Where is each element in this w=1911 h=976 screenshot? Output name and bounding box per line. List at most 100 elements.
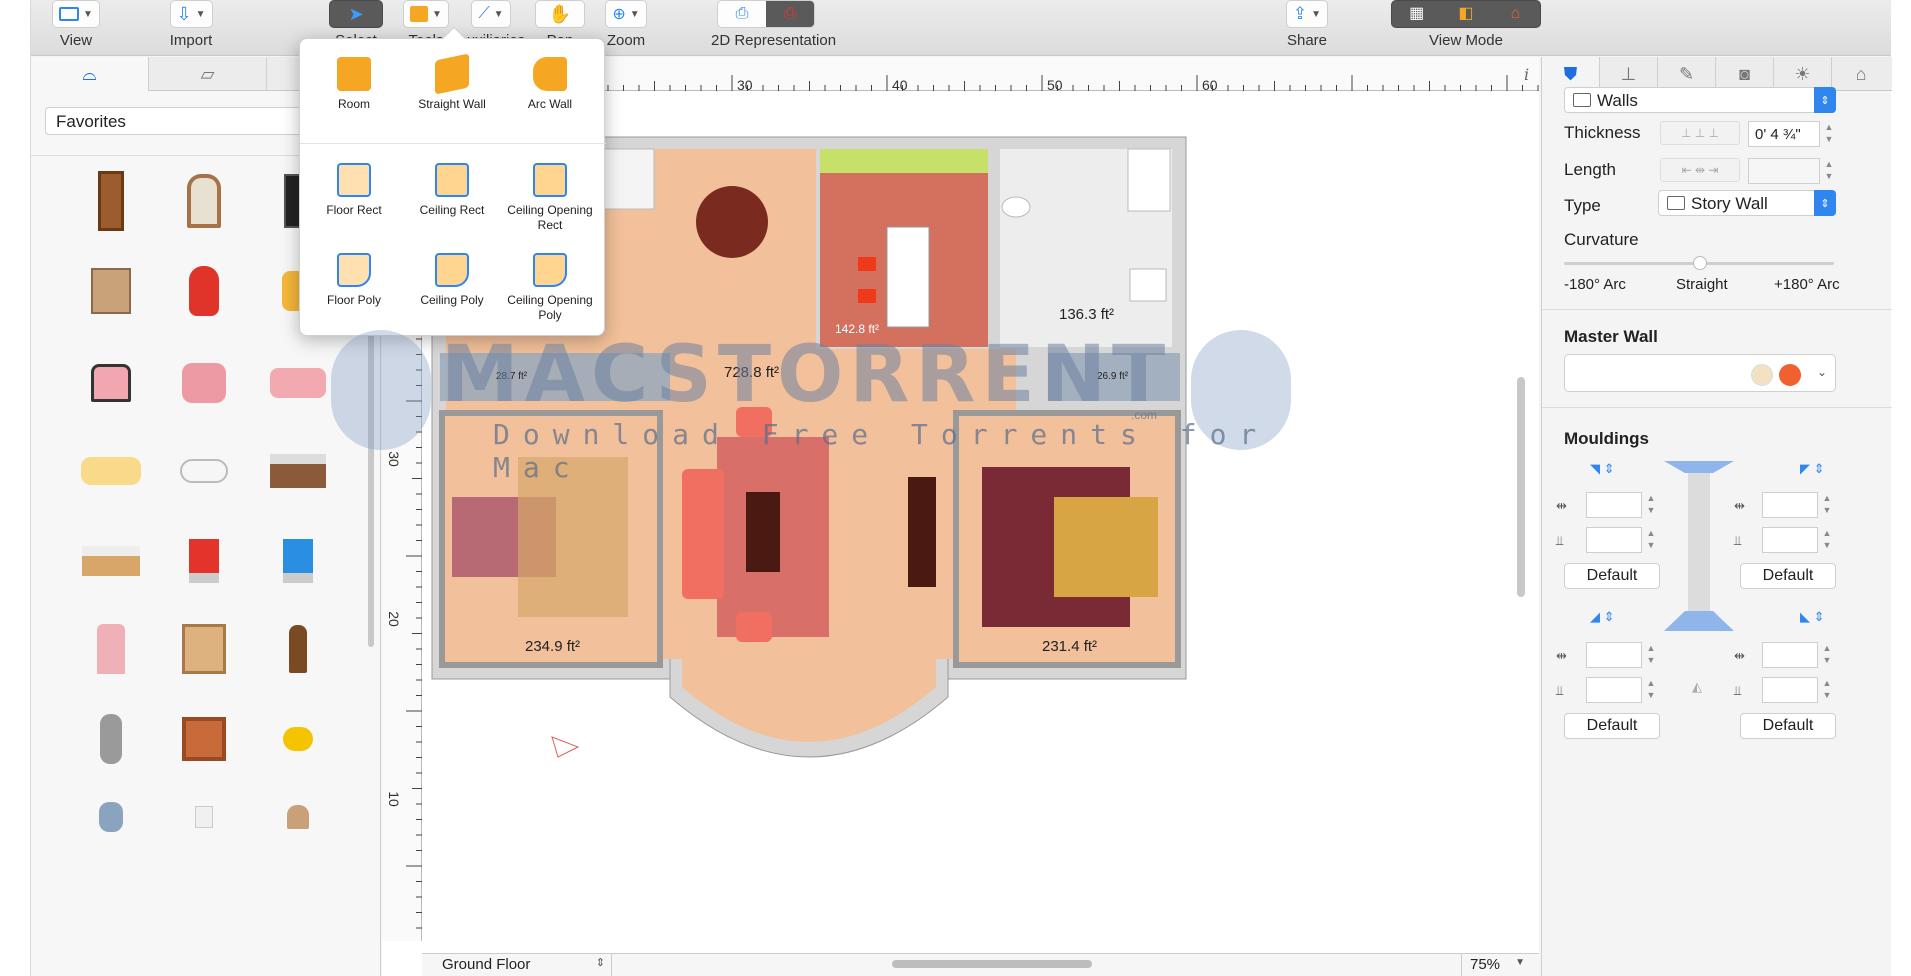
bottom-left-moulding-icon[interactable]: ◢ ⇕ bbox=[1590, 609, 1615, 625]
share-tool[interactable]: ⇪ ▼ Share bbox=[1271, 0, 1343, 56]
plan-view-icon[interactable]: ▦ bbox=[1392, 1, 1441, 27]
object-type-select[interactable]: Walls ⇕ bbox=[1564, 87, 1836, 113]
tab-objects[interactable]: ⛊ bbox=[1542, 57, 1600, 91]
window-icon[interactable] bbox=[169, 166, 239, 236]
bath-cabinet[interactable] bbox=[1127, 148, 1171, 212]
tool-floor-poly[interactable]: Floor Poly bbox=[304, 253, 404, 308]
canvas-horizontal-scrollbar[interactable] bbox=[892, 960, 1092, 968]
curvature-slider[interactable] bbox=[1564, 256, 1834, 270]
pink-chair-icon[interactable] bbox=[76, 614, 146, 684]
kitchen-island[interactable] bbox=[886, 226, 930, 328]
printer-icon[interactable]: ⎙ bbox=[718, 1, 766, 27]
top-left-moulding-icon[interactable]: ◥ ⇕ bbox=[1590, 461, 1615, 477]
fireplace-icon[interactable] bbox=[169, 704, 239, 774]
living-sofa[interactable] bbox=[682, 469, 724, 599]
tool-ceiling-poly[interactable]: Ceiling Poly bbox=[402, 253, 502, 308]
printer-colored-icon[interactable]: ⎙ bbox=[766, 1, 814, 27]
tool-straight-wall[interactable]: Straight Wall bbox=[402, 53, 502, 112]
cup-icon[interactable] bbox=[169, 782, 239, 852]
plant-icon[interactable] bbox=[263, 614, 333, 684]
moulding-tr-height[interactable] bbox=[1762, 527, 1818, 553]
length-input[interactable] bbox=[1748, 158, 1820, 184]
kitchen-stool[interactable] bbox=[858, 257, 876, 271]
desk-nook[interactable] bbox=[601, 148, 655, 210]
stepper[interactable]: ▲ ▼ bbox=[1820, 492, 1834, 518]
tab-camera[interactable]: ◙ bbox=[1716, 57, 1774, 91]
tab-building[interactable]: ⌂ bbox=[1832, 57, 1890, 91]
zoom-select[interactable]: 75% ▼ bbox=[1461, 954, 1531, 976]
stepper[interactable]: ▲ ▼ bbox=[1644, 492, 1658, 518]
rug-left[interactable] bbox=[518, 457, 628, 617]
table-lamp-icon[interactable] bbox=[263, 782, 333, 852]
default-button[interactable]: Default bbox=[1564, 563, 1660, 589]
floor-select[interactable]: Ground Floor ⇕ bbox=[432, 954, 612, 976]
tool-floor-rect[interactable]: Floor Rect bbox=[304, 163, 404, 218]
bed-right[interactable] bbox=[1054, 497, 1158, 597]
kitchen-counter[interactable] bbox=[820, 149, 988, 173]
tools-button[interactable]: ▼ bbox=[403, 0, 449, 28]
mirror-icon[interactable]: ◭ bbox=[1692, 679, 1702, 695]
thickness-align-buttons[interactable]: ⊥ ⊥ ⊥ bbox=[1660, 121, 1740, 145]
tab-furniture[interactable]: ⌓ bbox=[31, 57, 149, 91]
toilet[interactable] bbox=[1001, 196, 1031, 218]
default-button[interactable]: Default bbox=[1740, 713, 1836, 739]
length-align-buttons[interactable]: ⇤ ⇹ ⇥ bbox=[1660, 158, 1740, 182]
wall-type-select[interactable]: Story Wall ⇕ bbox=[1658, 190, 1836, 216]
zoom-tool[interactable]: ⊕ ▼ Zoom bbox=[596, 0, 656, 56]
stepper[interactable]: ▲ ▼ bbox=[1820, 642, 1834, 668]
representation-tool[interactable]: ⎙ ⎙ 2D Representation bbox=[711, 0, 836, 56]
stepper[interactable]: ▲ ▼ bbox=[1820, 677, 1834, 703]
import-tool[interactable]: ⇩ ▼ Import bbox=[146, 0, 236, 56]
moulding-tl-height[interactable] bbox=[1586, 527, 1642, 553]
select-button[interactable]: ➤ bbox=[329, 0, 383, 28]
yellow-sofa-icon[interactable] bbox=[76, 436, 146, 506]
category-select[interactable]: Favorites ▼ bbox=[45, 107, 323, 135]
pink-sofa-icon[interactable] bbox=[263, 348, 333, 418]
armchair[interactable] bbox=[736, 612, 772, 642]
master-wall-material[interactable]: ⌄ bbox=[1564, 354, 1836, 392]
pan-button[interactable]: ✋ bbox=[535, 0, 585, 28]
teapot-icon[interactable] bbox=[263, 704, 333, 774]
tool-ceiling-opening-rect[interactable]: Ceiling Opening Rect bbox=[500, 163, 600, 233]
split-view-icon[interactable]: ◧ bbox=[1441, 1, 1490, 27]
bath-sink[interactable] bbox=[1129, 268, 1167, 302]
moulding-tr-width[interactable] bbox=[1762, 492, 1818, 518]
tab-stamp[interactable]: ⊥ bbox=[1600, 57, 1658, 91]
single-bed-icon[interactable] bbox=[76, 526, 146, 596]
library-scrollbar[interactable] bbox=[368, 317, 374, 647]
pink-armchair-icon[interactable] bbox=[169, 348, 239, 418]
red-chair-icon[interactable] bbox=[169, 526, 239, 596]
tool-room[interactable]: Room bbox=[304, 57, 404, 112]
tab-materials[interactable]: ▱ bbox=[149, 57, 267, 91]
view-mode-segmented[interactable]: ▦ ◧ ⌂ bbox=[1391, 0, 1541, 28]
thickness-input[interactable]: 0' 4 ¾" bbox=[1748, 121, 1820, 147]
length-stepper[interactable]: ▲ ▼ bbox=[1822, 158, 1836, 184]
tool-ceiling-opening-poly[interactable]: Ceiling Opening Poly bbox=[500, 253, 600, 323]
default-button[interactable]: Default bbox=[1740, 563, 1836, 589]
auxiliaries-button[interactable]: ⟋ ▼ bbox=[471, 0, 511, 28]
dining-table[interactable] bbox=[696, 186, 768, 258]
elevation-marker[interactable] bbox=[551, 736, 580, 758]
import-button[interactable]: ⇩ ▼ bbox=[169, 0, 213, 28]
3d-view-icon[interactable]: ⌂ bbox=[1491, 1, 1540, 27]
armchair[interactable] bbox=[736, 407, 772, 437]
moulding-br-height[interactable] bbox=[1762, 677, 1818, 703]
bathtub-icon[interactable] bbox=[169, 436, 239, 506]
canvas-vertical-scrollbar[interactable] bbox=[1517, 377, 1525, 597]
bookshelf-icon[interactable] bbox=[169, 614, 239, 684]
top-right-moulding-icon[interactable]: ◤ ⇕ bbox=[1800, 461, 1825, 477]
tab-light[interactable]: ☀ bbox=[1774, 57, 1832, 91]
view-button[interactable]: ▼ bbox=[52, 0, 100, 28]
blue-chair-icon[interactable] bbox=[263, 526, 333, 596]
view-tool[interactable]: ▼ View bbox=[41, 0, 111, 56]
moulding-bl-height[interactable] bbox=[1586, 677, 1642, 703]
door-icon[interactable] bbox=[76, 166, 146, 236]
lounge-chair-icon[interactable] bbox=[76, 348, 146, 418]
coffee-table[interactable] bbox=[746, 492, 780, 572]
representation-segmented[interactable]: ⎙ ⎙ bbox=[717, 0, 815, 28]
stepper[interactable]: ▲ ▼ bbox=[1644, 527, 1658, 553]
moulding-bl-width[interactable] bbox=[1586, 642, 1642, 668]
egg-chair-icon[interactable] bbox=[169, 256, 239, 326]
view-mode-tool[interactable]: ▦ ◧ ⌂ View Mode bbox=[1391, 0, 1541, 56]
bed-icon[interactable] bbox=[263, 436, 333, 506]
